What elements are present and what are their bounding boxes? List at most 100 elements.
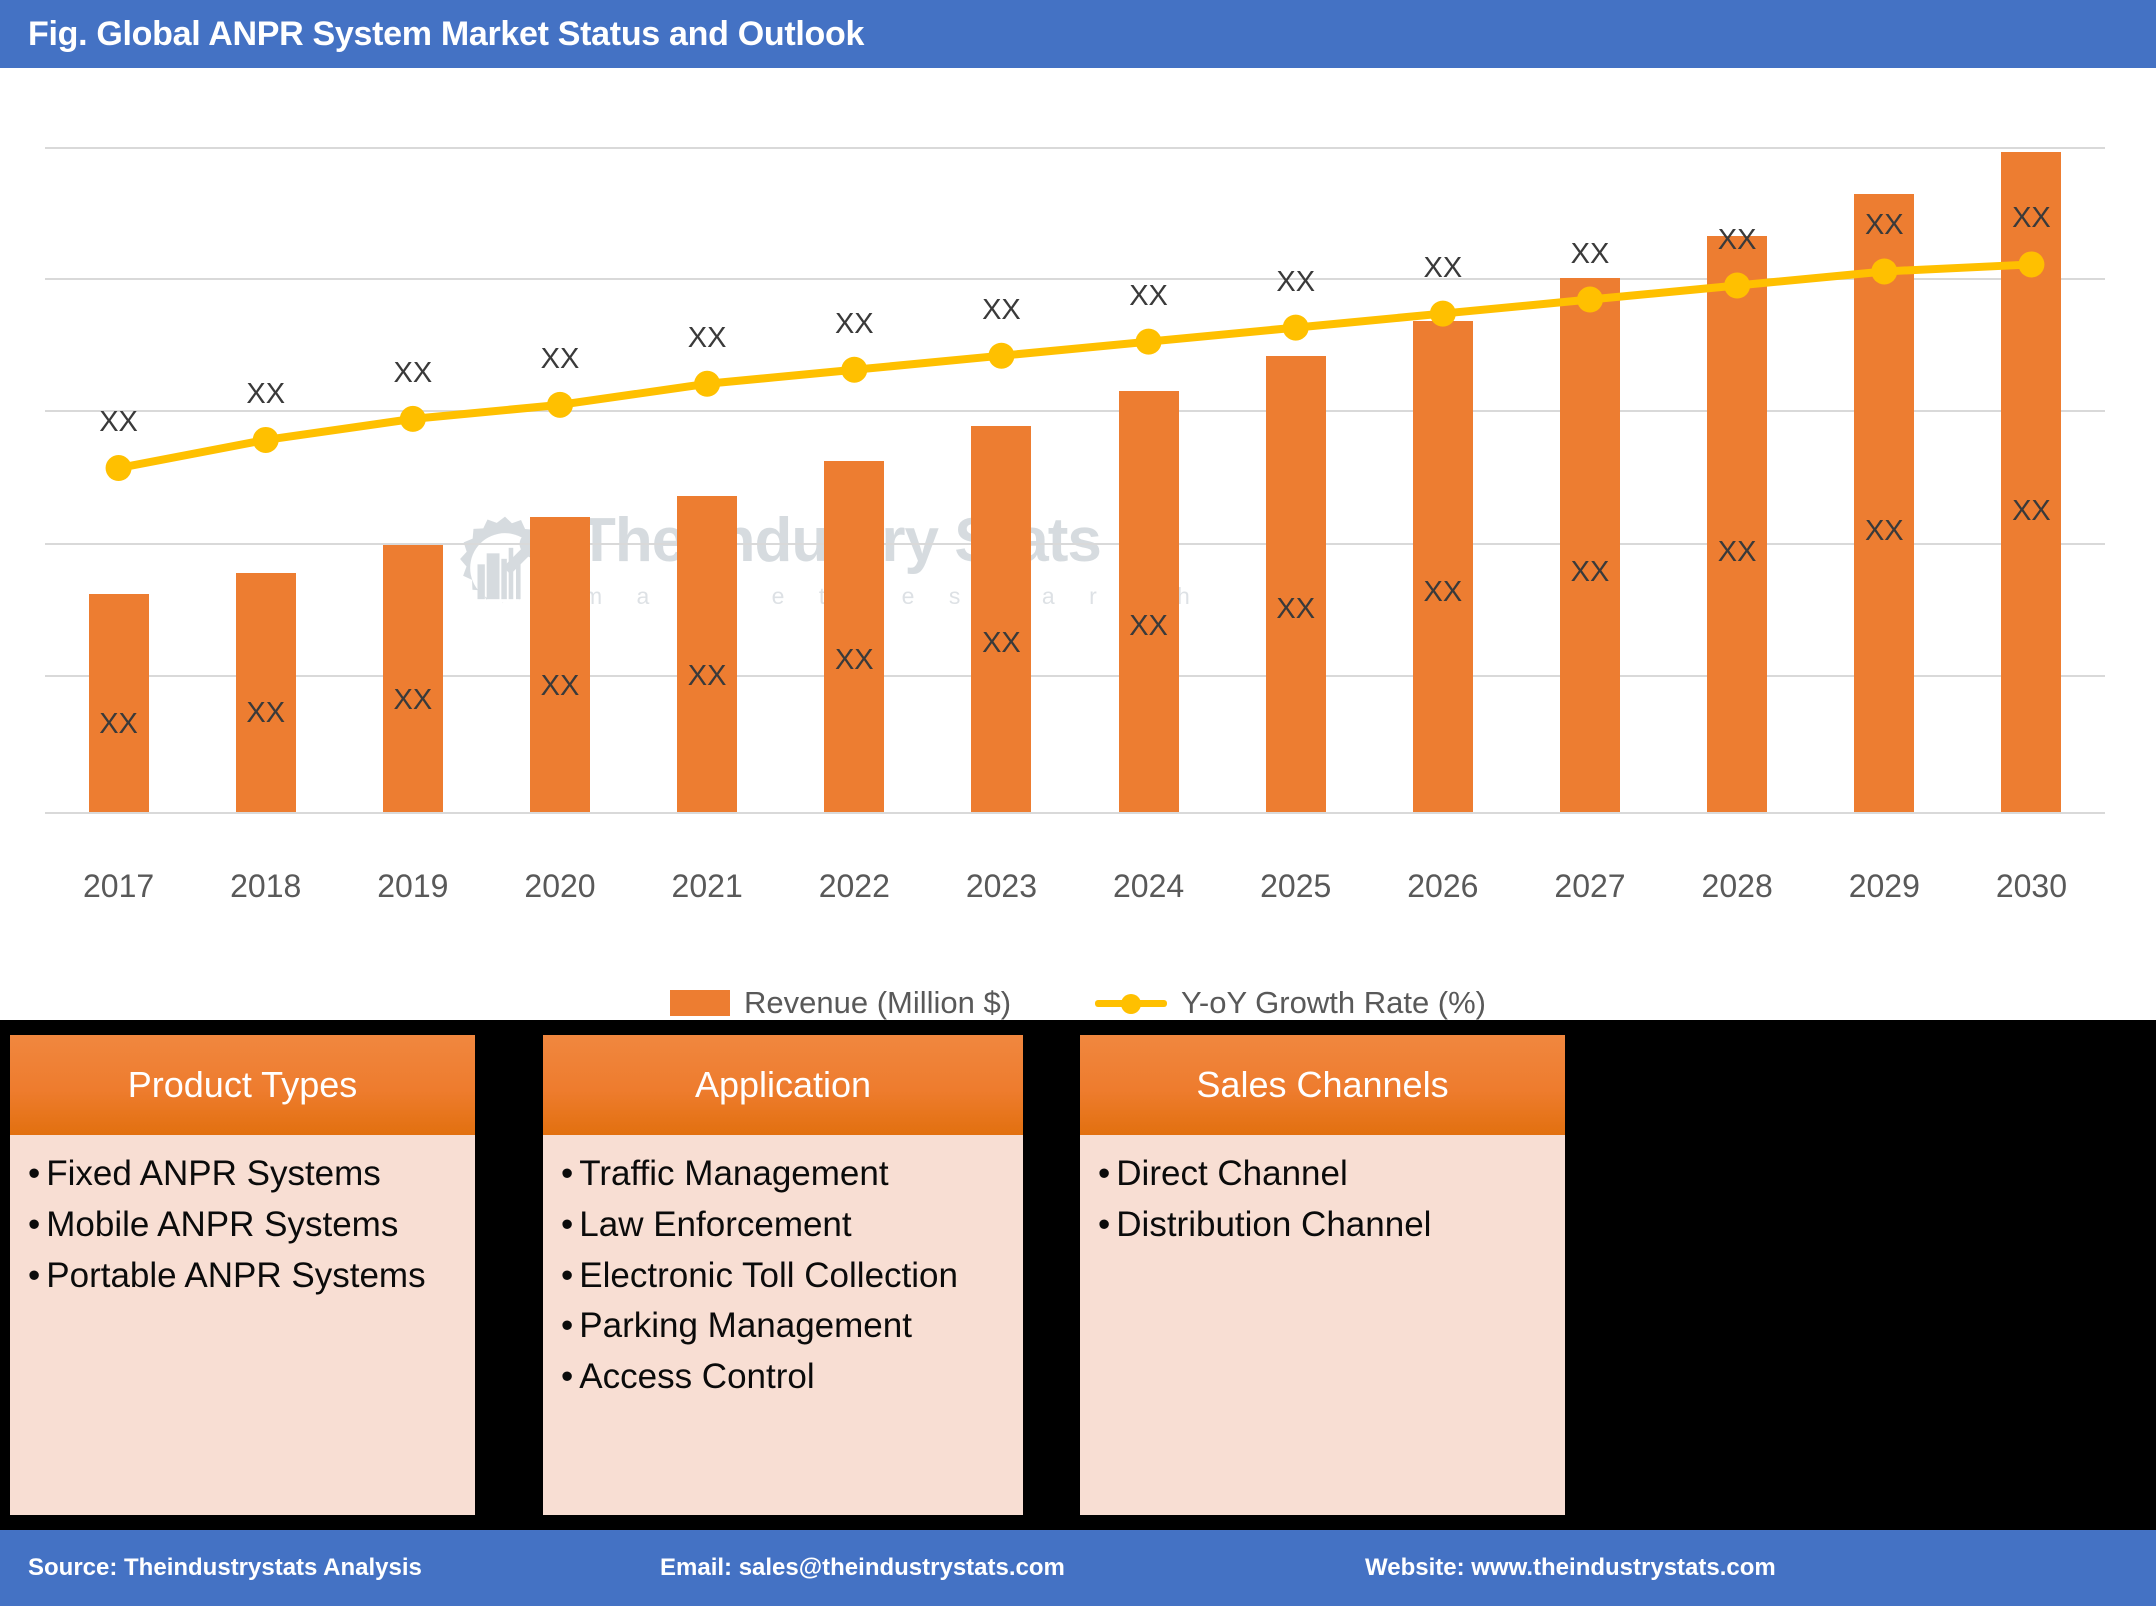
line-value-label-2022: XX [834, 307, 874, 340]
panel-title: Sales Channels [1196, 1064, 1449, 1105]
bullet-icon: • [561, 1306, 574, 1346]
line-marker-2025[interactable] [1282, 314, 1309, 341]
panel-product-types: Product Types • Fixed ANPR Systems • Mobile … [10, 1035, 475, 1515]
list-item[interactable]: • Distribution Channel [1080, 1200, 1565, 1251]
line-marker-2026[interactable] [1429, 300, 1456, 327]
x-axis-label-2026: 2026 [1407, 868, 1479, 904]
list-item-label: Direct Channel [1116, 1154, 1348, 1193]
line-value-label-2028: XX [1717, 223, 1757, 256]
line-marker-2020[interactable] [547, 391, 573, 418]
panel-application: Application • Traffic Management • Law Enfor… [543, 1035, 1023, 1515]
line-value-label-2021: XX [687, 321, 727, 354]
bullet-icon: • [28, 1255, 41, 1295]
x-axis-label-2019: 2019 [377, 868, 449, 904]
line-value-label-2026: XX [1423, 251, 1463, 284]
footer-source: Source: Theindustrystats Analysis [28, 1554, 422, 1581]
bullet-icon: • [1098, 1204, 1111, 1244]
list-item-label: Traffic Management [579, 1154, 889, 1193]
list-item[interactable]: • Fixed ANPR Systems [10, 1149, 475, 1200]
bullet-icon: • [1098, 1154, 1111, 1193]
bullet-icon: • [28, 1204, 41, 1244]
growth-rate-line [105, 251, 2045, 482]
line-marker-2021[interactable] [694, 370, 721, 397]
footer-email[interactable]: Email: sales@theindustrystats.com [660, 1530, 1065, 1606]
list-item-label: Electronic Toll Collection [579, 1255, 958, 1295]
x-axis-label-2024: 2024 [1112, 868, 1185, 904]
line-marker-2027[interactable] [1577, 286, 1603, 313]
x-axis-label-2022: 2022 [818, 868, 890, 904]
poster-root: Fig. Global ANPR System Market Status an… [0, 0, 2156, 1606]
list-item-label: Parking Management [579, 1306, 912, 1346]
line-value-label-2025: XX [1276, 265, 1316, 298]
list-item[interactable]: • Portable ANPR Systems [10, 1251, 475, 1302]
x-axis-labels: 2017 2018 2019 2020 2021 2022 2023 2024 2025 2026… [45, 868, 2105, 918]
legend-line-marker-icon [1095, 990, 1168, 1016]
page-title: Fig. Global ANPR System Market Status an… [28, 14, 865, 53]
list-item-label: Distribution Channel [1116, 1204, 1432, 1244]
line-marker-2018[interactable] [252, 426, 279, 453]
list-item[interactable]: • Mobile ANPR Systems [10, 1200, 475, 1251]
bullet-icon: • [561, 1357, 574, 1397]
line-value-label-2020: XX [540, 342, 580, 375]
legend-label-growth-rate: Y-oY Growth Rate (%) [1181, 985, 1487, 1020]
line-marker-2024[interactable] [1135, 328, 1162, 355]
line-marker-2028[interactable] [1724, 272, 1751, 299]
x-axis-label-2028: 2028 [1701, 868, 1773, 904]
x-axis-label-2027: 2027 [1554, 868, 1626, 904]
bullet-icon: • [561, 1204, 574, 1244]
header-bar: Fig. Global ANPR System Market Status an… [0, 0, 2156, 68]
line-marker-2022[interactable] [841, 356, 868, 383]
legend-label-revenue: Revenue (Million $) [743, 985, 1012, 1020]
list-item-label: Law Enforcement [579, 1204, 852, 1244]
panel-body: • Fixed ANPR Systems • Mobile ANPR Systems •… [10, 1135, 475, 1515]
line-value-label-2023: XX [982, 293, 1021, 326]
list-item[interactable]: • Electronic Toll Collection [543, 1251, 1023, 1302]
panel-body: • Traffic Management • Law Enforcement • Elec… [543, 1135, 1023, 1515]
legend-bar-swatch-icon [669, 990, 730, 1016]
panel-sales-channels: Sales Channels • Direct Channel • Distributi… [1080, 1035, 1565, 1515]
panel-header: Application [543, 1035, 1023, 1135]
chart-container: The Industry Stats m a r k e t r e s e a… [0, 68, 2156, 1020]
line-value-label-2018: XX [246, 377, 286, 410]
line-value-label-2017: XX [99, 406, 138, 439]
panel-title: Application [694, 1064, 872, 1105]
line-value-label-2030: XX [2012, 202, 2051, 235]
bullet-icon: • [28, 1154, 41, 1193]
panel-body: • Direct Channel • Distribution Channel [1080, 1135, 1565, 1515]
panel-header: Product Types [10, 1035, 475, 1135]
panel-title: Product Types [127, 1064, 358, 1105]
panel-header: Sales Channels [1080, 1035, 1565, 1135]
line-marker-2023[interactable] [988, 342, 1015, 369]
list-item[interactable]: • Traffic Management [543, 1149, 1023, 1200]
bullet-icon: • [561, 1255, 574, 1295]
x-axis-label-2030: 2030 [1995, 868, 2068, 904]
x-axis-label-2023: 2023 [965, 868, 1038, 904]
list-item-label: Access Control [579, 1357, 815, 1397]
list-item-label: Portable ANPR Systems [46, 1255, 426, 1295]
list-item-label: Fixed ANPR Systems [46, 1154, 381, 1193]
list-item[interactable]: • Law Enforcement [543, 1200, 1023, 1251]
line-marker-2017[interactable] [105, 455, 132, 482]
x-axis-label-2020: 2020 [524, 868, 596, 904]
chart-plot-area: The Industry Stats m a r k e t r e s e a… [45, 80, 2105, 836]
line-value-label-2024: XX [1129, 279, 1168, 312]
bullet-icon: • [561, 1154, 574, 1193]
legend-item-growth-rate[interactable]: Y-oY Growth Rate (%) [1095, 985, 1486, 1021]
line-marker-2030[interactable] [2018, 251, 2045, 278]
list-item[interactable]: • Access Control [543, 1352, 1023, 1403]
legend-item-revenue[interactable]: Revenue (Million $) [669, 985, 1012, 1021]
list-item-label: Mobile ANPR Systems [46, 1204, 399, 1244]
x-axis-label-2021: 2021 [671, 868, 743, 904]
footer-website[interactable]: Website: www.theindustrystats.com [1365, 1530, 1776, 1606]
line-marker-2019[interactable] [399, 405, 426, 432]
footer-bar: Source: Theindustrystats Analysis Email:… [0, 1530, 2156, 1606]
line-value-label-2019: XX [393, 356, 433, 389]
list-item[interactable]: • Parking Management [543, 1301, 1023, 1352]
x-axis-label-2018: 2018 [230, 868, 302, 904]
line-value-label-2027: XX [1570, 237, 1610, 270]
list-item[interactable]: • Direct Channel [1080, 1149, 1565, 1200]
segment-panels: Product Types • Fixed ANPR Systems • Mobile … [0, 1020, 2156, 1530]
line-marker-2029[interactable] [1871, 258, 1898, 285]
x-axis-label-2017: 2017 [82, 868, 155, 904]
x-axis-label-2029: 2029 [1848, 868, 1920, 904]
